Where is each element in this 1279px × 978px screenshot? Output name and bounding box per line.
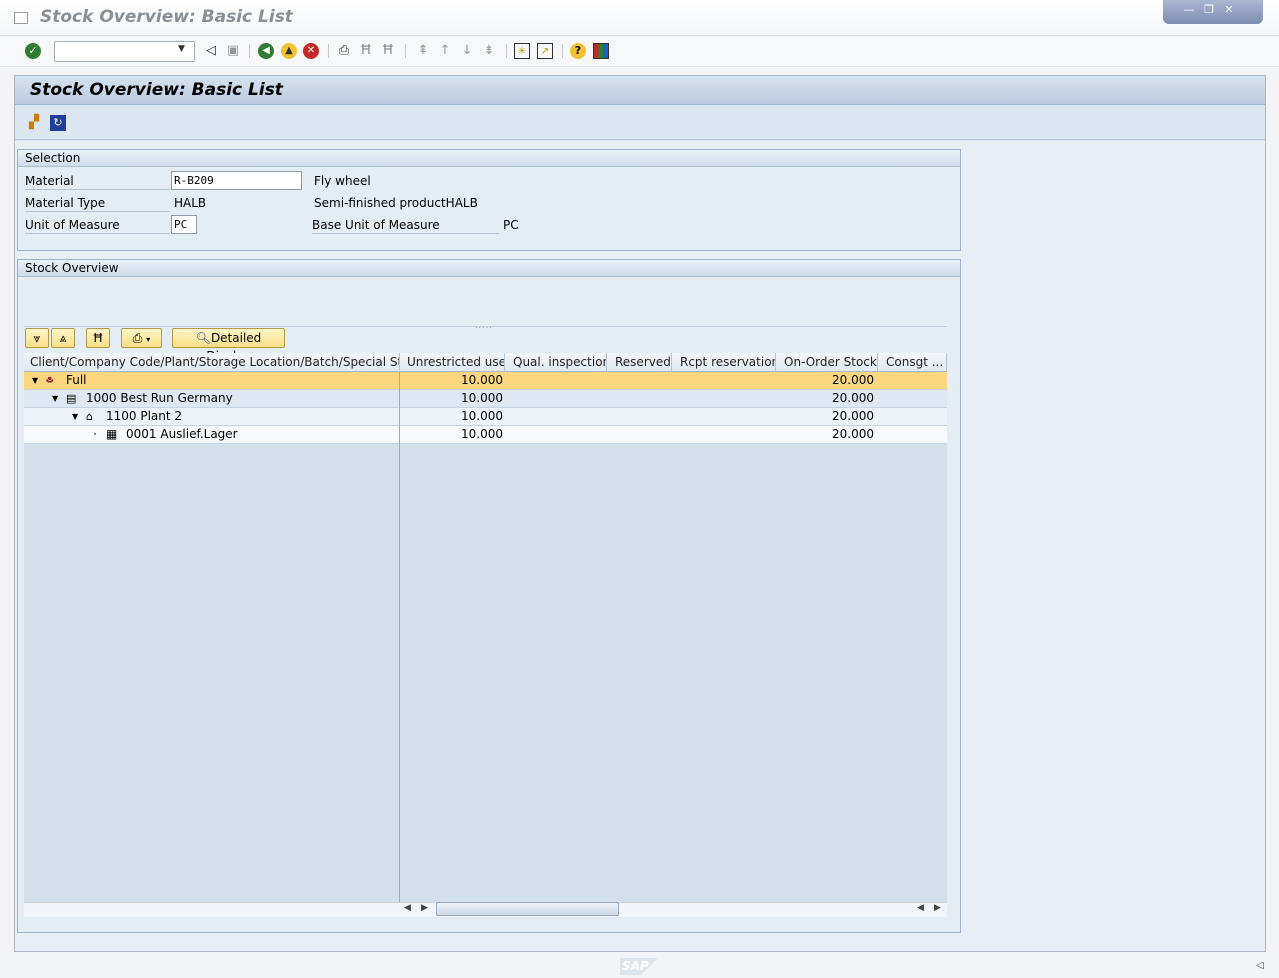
selection-title: Selection [18, 150, 960, 167]
create-session-icon[interactable]: ✳ [514, 43, 530, 59]
tree-column-divider[interactable] [399, 372, 400, 902]
material-field[interactable]: R-B209 [171, 171, 302, 190]
find-button[interactable]: Ħ [86, 328, 110, 348]
on-order-value: 20.000 [832, 391, 874, 405]
last-page-icon[interactable]: ⇟ [481, 43, 497, 59]
column-header-hierarchy[interactable]: Client/Company Code/Plant/Storage Locati… [24, 353, 400, 372]
base-uom-value: PC [503, 218, 519, 232]
hierarchy-icon[interactable]: ▞ [26, 115, 42, 131]
table-row[interactable]: ▼ ⌂ 1100 Plant 2 10.000 20.000 [24, 408, 947, 426]
unrestricted-value: 10.000 [461, 391, 503, 405]
print-icon: ⎙ [132, 331, 143, 345]
status-bar-toggle-icon[interactable]: ◁ [1256, 960, 1264, 971]
collapse-all-icon: ⩓ [59, 331, 67, 345]
splitter[interactable] [24, 326, 947, 327]
table-row[interactable]: · ▦ 0001 Auslief.Lager 10.000 20.000 [24, 426, 947, 444]
uom-field[interactable]: PC [171, 215, 197, 234]
stock-overview-title: Stock Overview [18, 260, 960, 277]
refresh-icon[interactable]: ↻ [50, 115, 66, 131]
restore-icon[interactable]: ❐ [1201, 3, 1217, 17]
tree-node-label: 1000 Best Run Germany [86, 391, 233, 405]
separator [562, 44, 563, 58]
page-title: Stock Overview: Basic List [30, 80, 283, 100]
minimize-icon[interactable]: — [1181, 3, 1197, 17]
print-icon[interactable]: ⎙ [336, 43, 352, 59]
client-icon: 🎩︎ [46, 373, 54, 387]
table-row[interactable]: ▼ 🎩︎ Full 10.000 20.000 [24, 372, 947, 390]
column-header-unrestricted[interactable]: Unrestricted use [400, 353, 505, 372]
tree-node-label: 0001 Auslief.Lager [126, 427, 238, 441]
scroll-left-icon[interactable]: ◀ [404, 903, 411, 913]
tree-node-label: 1100 Plant 2 [106, 409, 183, 423]
dropdown-icon: ▾ [146, 335, 151, 344]
material-label: Material [25, 173, 170, 190]
on-order-value: 20.000 [832, 409, 874, 423]
find-icon: Ħ [92, 331, 104, 345]
table-row[interactable]: ▼ ▤ 1000 Best Run Germany 10.000 20.000 [24, 390, 947, 408]
customize-layout-icon[interactable] [593, 43, 609, 59]
unrestricted-value: 10.000 [461, 409, 503, 423]
application-toolbar [15, 106, 1265, 140]
chevron-down-icon[interactable]: ▼ [178, 44, 185, 54]
cancel-icon[interactable]: ✕ [303, 43, 319, 59]
menu-icon[interactable] [14, 12, 28, 24]
save-icon[interactable]: ▣ [225, 43, 241, 59]
window-title: Stock Overview: Basic List [40, 7, 293, 27]
enter-icon[interactable]: ✓ [25, 43, 41, 59]
help-icon[interactable]: ? [570, 43, 586, 59]
expand-all-button[interactable]: ⩔ [25, 328, 49, 348]
scrollbar-thumb[interactable] [436, 902, 619, 916]
column-header-consignment[interactable]: Consgt ... [878, 353, 947, 372]
tree-node-label: Full [66, 373, 87, 387]
find-next-icon[interactable]: Ħ [380, 43, 396, 59]
unrestricted-value: 10.000 [461, 373, 503, 387]
separator [405, 44, 406, 58]
plant-icon: ⌂ [86, 410, 93, 423]
find-icon[interactable]: Ħ [358, 43, 374, 59]
separator [249, 44, 250, 58]
separator [506, 44, 507, 58]
uom-label: Unit of Measure [25, 217, 170, 234]
window-controls: — ❐ ✕ [1163, 0, 1263, 24]
collapse-triangle-icon[interactable]: ▼ [72, 408, 78, 425]
back-arrow-icon[interactable]: ◁ [203, 43, 219, 59]
collapse-triangle-icon[interactable]: ▼ [32, 372, 38, 389]
collapse-all-button[interactable]: ⩓ [51, 328, 75, 348]
print-button[interactable]: ⎙ ▾ [121, 328, 162, 348]
base-uom-label: Base Unit of Measure [312, 217, 499, 234]
column-header-on-order[interactable]: On-Order Stock [776, 353, 878, 372]
column-header-qual-inspection[interactable]: Qual. inspection [505, 353, 607, 372]
separator [328, 44, 329, 58]
first-page-icon[interactable]: ⇞ [415, 43, 431, 59]
material-type-description: Semi-finished productHALB [314, 196, 478, 210]
material-type-value: HALB [174, 196, 207, 210]
column-header-rcpt-reservation[interactable]: Rcpt reservation [672, 353, 776, 372]
shortcut-icon[interactable]: ↗ [537, 43, 553, 59]
storage-location-icon: ▦ [106, 427, 118, 441]
on-order-value: 20.000 [832, 373, 874, 387]
on-order-value: 20.000 [832, 427, 874, 441]
next-page-icon[interactable]: ↓ [459, 43, 475, 59]
collapse-triangle-icon[interactable]: ▼ [52, 390, 58, 407]
detailed-display-button[interactable]: 🔍︎Detailed Display [172, 328, 285, 363]
command-field[interactable] [54, 41, 195, 62]
previous-page-icon[interactable]: ↑ [437, 43, 453, 59]
back-icon[interactable]: ◀ [258, 43, 274, 59]
company-code-icon: ▤ [66, 392, 77, 405]
scroll-right-icon[interactable]: ▶ [934, 903, 941, 913]
exit-icon[interactable]: ▲ [281, 43, 297, 59]
material-type-label: Material Type [25, 195, 170, 212]
magnifier-icon: 🔍︎ [195, 331, 211, 345]
close-icon[interactable]: ✕ [1221, 3, 1237, 17]
unrestricted-value: 10.000 [461, 427, 503, 441]
scroll-right-icon[interactable]: ▶ [421, 903, 428, 913]
expand-all-icon: ⩔ [33, 331, 41, 345]
column-header-reserved[interactable]: Reserved [607, 353, 672, 372]
leaf-bullet-icon: · [93, 427, 97, 441]
scroll-left-icon[interactable]: ◀ [917, 903, 924, 913]
material-description: Fly wheel [314, 174, 371, 188]
